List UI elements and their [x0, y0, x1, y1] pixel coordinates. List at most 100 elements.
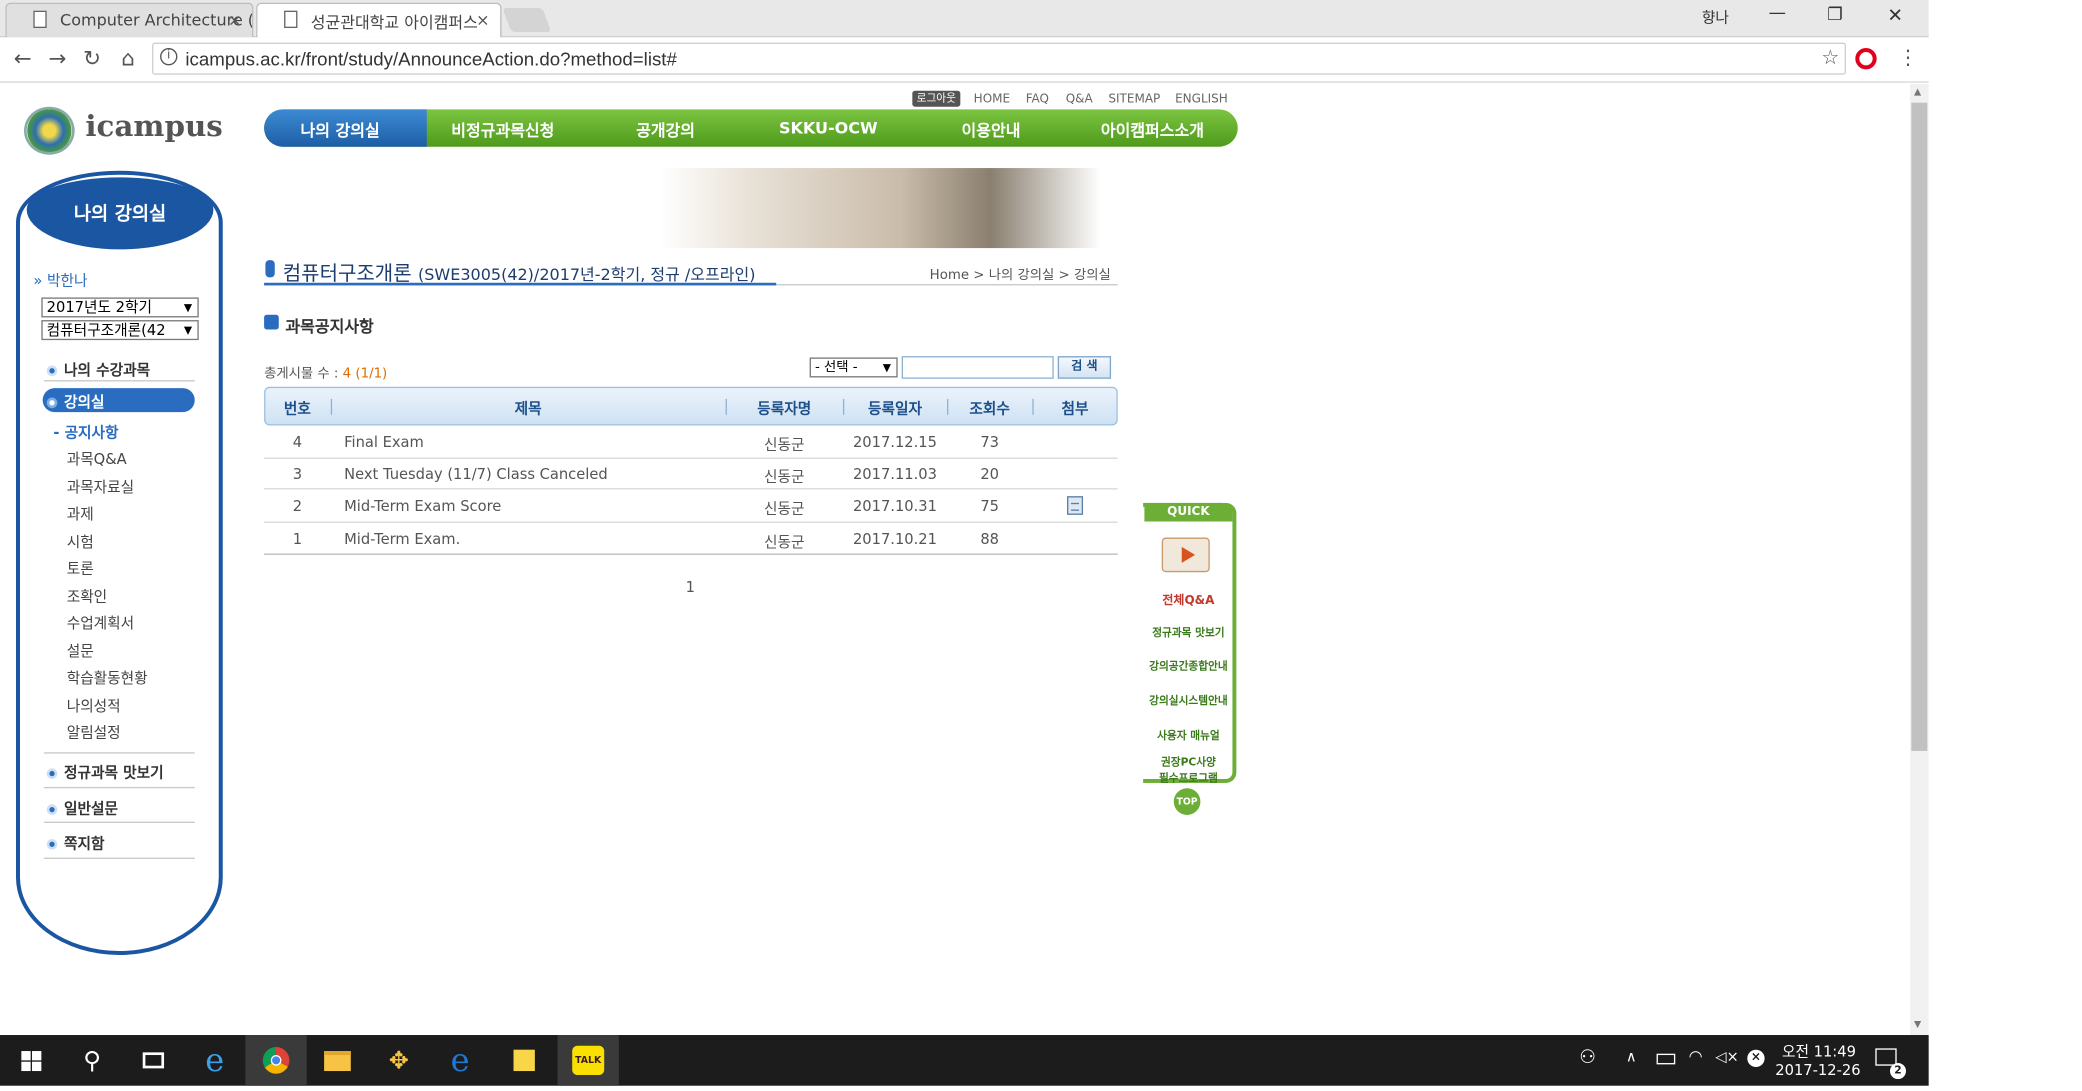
tab-computer-architecture[interactable]: Computer Architecture ( × — [5, 2, 254, 38]
sidebar-sub-syllabus[interactable]: 수업계획서 — [67, 612, 135, 633]
scroll-up-arrow-icon[interactable]: ▲ — [1914, 87, 1921, 98]
row-title-link[interactable]: Mid-Term Exam. — [344, 531, 460, 548]
sidebar-sub-grades[interactable]: 나의성적 — [67, 695, 121, 716]
wifi-icon[interactable]: ◠ — [1689, 1047, 1703, 1066]
sidebar-sub-materials[interactable]: 과목자료실 — [67, 476, 135, 497]
sidebar-sub-discussion[interactable]: 토론 — [67, 558, 94, 579]
show-hidden-icons-chevron-icon[interactable]: ∧ — [1626, 1048, 1637, 1065]
quick-pc-spec[interactable]: 권장PC사양 — [1144, 755, 1232, 770]
sidebar-item-preview[interactable]: 정규과목 맛보기 — [46, 762, 164, 783]
scroll-top-button[interactable]: TOP — [1173, 788, 1201, 815]
new-tab-button[interactable] — [502, 8, 552, 33]
sticky-notes-icon[interactable] — [494, 1035, 555, 1086]
quick-all-qna[interactable]: 전체Q&A — [1144, 591, 1232, 608]
internet-explorer-icon[interactable]: e — [184, 1035, 245, 1086]
quick-space-guide[interactable]: 강의공간종합안내 — [1144, 659, 1232, 674]
sidebar-item-classroom[interactable]: 강의실 — [46, 391, 105, 412]
sidebar-item-survey[interactable]: 일반설문 — [46, 798, 118, 819]
sidebar-sub-notice[interactable]: - 공지사항 — [53, 421, 118, 442]
quick-system-guide[interactable]: 강의실시스템안내 — [1144, 694, 1232, 709]
sidebar-sub-qna[interactable]: 과목Q&A — [67, 448, 127, 469]
scrollbar-thumb[interactable] — [1911, 102, 1928, 751]
forward-arrow-icon[interactable]: → — [43, 44, 72, 73]
row-author: 신동군 — [764, 436, 805, 454]
qna-link[interactable]: Q&A — [1066, 93, 1093, 106]
sidebar-sub-exam[interactable]: 시험 — [67, 531, 94, 552]
logo-emblem-icon[interactable] — [24, 106, 75, 155]
english-link[interactable]: ENGLISH — [1175, 93, 1228, 106]
info-icon[interactable]: i — [160, 48, 178, 66]
video-play-icon[interactable] — [1161, 537, 1210, 573]
sidebar-sub-activity[interactable]: 학습활동현황 — [67, 667, 148, 688]
close-tab-icon[interactable]: × — [228, 11, 241, 30]
url-input[interactable]: i icampus.ac.kr/front/study/AnnounceActi… — [152, 42, 1846, 75]
volume-muted-icon[interactable]: ◁× — [1715, 1048, 1739, 1065]
user-profile-label[interactable]: 향나 — [1702, 7, 1729, 28]
sitemap-link[interactable]: SITEMAP — [1108, 93, 1160, 106]
restore-button[interactable]: ❐ — [1827, 5, 1843, 25]
gnb-about[interactable]: 아이캠퍼스소개 — [1075, 119, 1230, 142]
attachment-file-icon[interactable] — [1067, 496, 1084, 515]
search-input[interactable] — [901, 356, 1054, 379]
semester-select[interactable]: 2017년도 2학기 ▼ — [41, 297, 199, 318]
quick-user-manual[interactable]: 사용자 매뉴얼 — [1144, 728, 1232, 743]
gnb-open-lecture[interactable]: 공개강의 — [590, 119, 742, 142]
close-circle-icon[interactable]: × — [1747, 1049, 1765, 1068]
divider — [44, 786, 195, 789]
task-view-icon[interactable] — [123, 1035, 184, 1086]
sidebar-user-name: » 박한나 — [33, 272, 88, 290]
sidebar-item-my-courses[interactable]: 나의 수강과목 — [46, 359, 150, 380]
app-icon[interactable]: ✥ — [368, 1035, 429, 1086]
sidebar-sub-team[interactable]: 조확인 — [67, 586, 108, 607]
faq-link[interactable]: FAQ — [1026, 93, 1049, 106]
file-explorer-icon[interactable] — [307, 1035, 368, 1086]
gnb-nonregular-course[interactable]: 비정규과목신청 — [427, 119, 579, 142]
close-tab-icon[interactable]: × — [476, 11, 489, 30]
dropdown-arrow-icon: ▼ — [183, 301, 193, 314]
divider — [44, 821, 195, 823]
back-arrow-icon[interactable]: ← — [8, 44, 37, 73]
kakaotalk-icon[interactable]: TALK — [557, 1035, 619, 1086]
clock-time[interactable]: 오전 11:49 — [1782, 1040, 1856, 1061]
opera-icon[interactable] — [1855, 48, 1877, 70]
people-icon[interactable]: ⚇ — [1579, 1047, 1596, 1068]
close-window-button[interactable]: ✕ — [1887, 5, 1903, 26]
tab-icampus[interactable]: 성균관대학교 아이캠퍼스 × — [256, 2, 502, 38]
site-logo[interactable]: icampus — [85, 109, 222, 144]
home-link[interactable]: HOME — [974, 93, 1010, 106]
battery-icon[interactable] — [1656, 1053, 1676, 1065]
menu-dots-icon[interactable]: ⋮ — [1898, 45, 1918, 69]
search-type-select[interactable]: - 선택 - ▼ — [809, 357, 898, 378]
gnb-my-classroom[interactable]: 나의 강의실 — [264, 119, 416, 142]
sidebar-sub-assignment[interactable]: 과제 — [67, 503, 94, 524]
gnb-skku-ocw[interactable]: SKKU-OCW — [752, 119, 904, 138]
bullet-icon — [46, 365, 58, 377]
reload-icon[interactable]: ↻ — [77, 44, 106, 73]
scroll-down-arrow-icon[interactable]: ▼ — [1914, 1019, 1921, 1030]
search-icon[interactable]: ⚲ — [61, 1035, 122, 1086]
sidebar-sub-survey[interactable]: 설문 — [67, 640, 94, 661]
row-title-link[interactable]: Mid-Term Exam Score — [344, 498, 501, 515]
home-icon[interactable]: ⌂ — [113, 44, 142, 73]
sidebar-item-messages[interactable]: 쪽지함 — [46, 832, 105, 853]
course-select[interactable]: 컴퓨터구조개론(42 ▼ — [41, 320, 199, 341]
gnb-guide[interactable]: 이용안내 — [915, 119, 1067, 142]
row-title-link[interactable]: Next Tuesday (11/7) Class Canceled — [344, 465, 608, 482]
row-date: 2017.10.31 — [852, 497, 937, 515]
row-divider — [264, 521, 1118, 523]
search-button[interactable]: 검 색 — [1057, 356, 1112, 379]
quick-course-preview[interactable]: 정규과목 맛보기 — [1144, 626, 1232, 641]
pagination-page-1[interactable]: 1 — [686, 579, 695, 596]
sidebar-sub-alerts[interactable]: 알림설정 — [67, 722, 121, 743]
row-title-link[interactable]: Final Exam — [344, 433, 424, 450]
chrome-icon[interactable] — [245, 1035, 307, 1086]
row-author: 신동군 — [764, 468, 805, 486]
minimize-button[interactable]: — — [1769, 4, 1786, 24]
edge-icon[interactable]: e — [429, 1035, 490, 1086]
quick-required-programs[interactable]: 필수프로그램 — [1144, 771, 1232, 786]
logout-button[interactable]: 로그아웃 — [912, 90, 961, 107]
windows-start-icon[interactable] — [0, 1035, 61, 1086]
row-number: 2 — [292, 497, 303, 515]
bookmark-star-icon[interactable]: ☆ — [1821, 45, 1839, 70]
clock-date[interactable]: 2017-12-26 — [1775, 1062, 1860, 1079]
